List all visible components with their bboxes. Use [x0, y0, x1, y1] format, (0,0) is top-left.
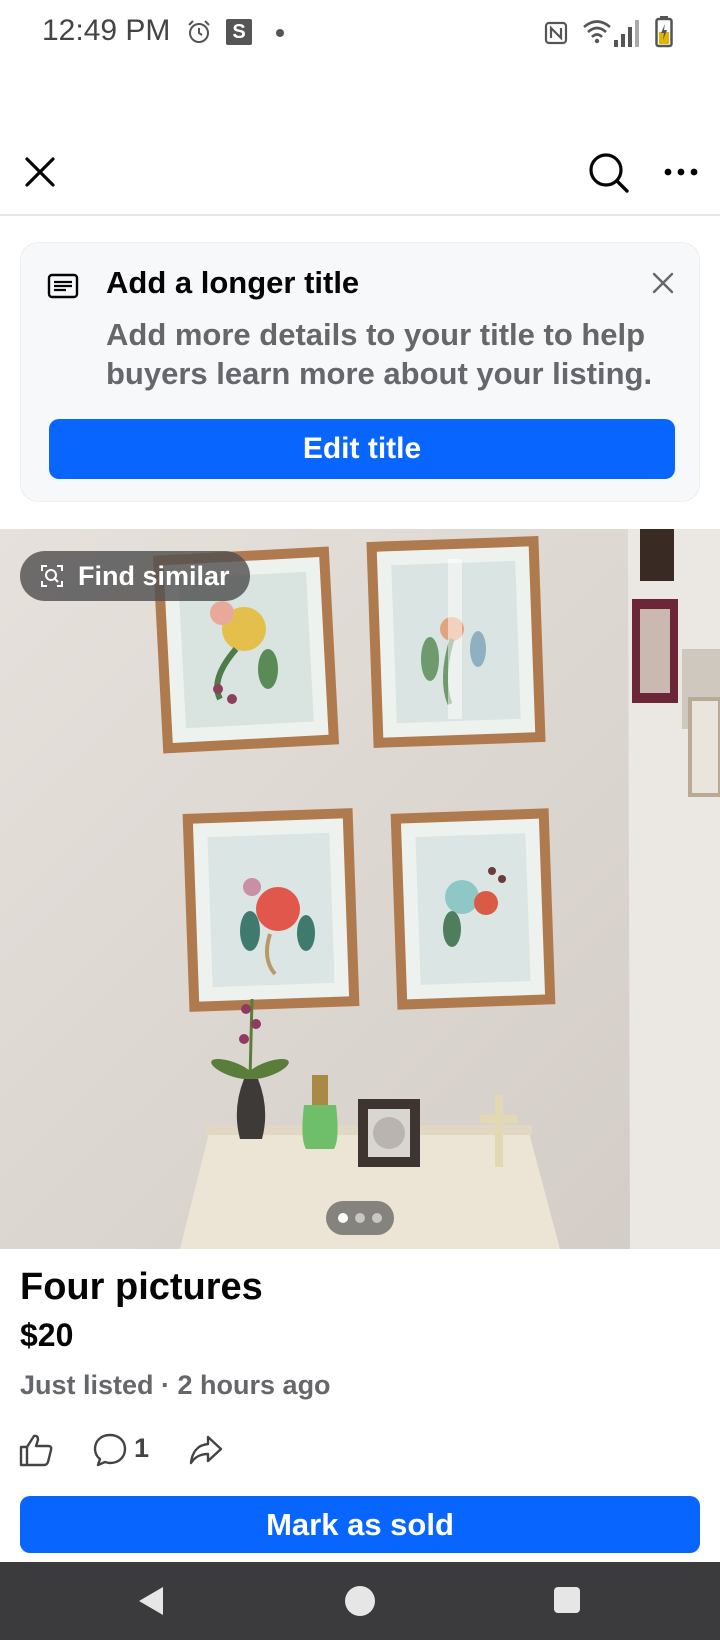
- listing-title: Four pictures: [20, 1266, 263, 1308]
- edit-title-button[interactable]: Edit title: [49, 419, 675, 479]
- close-icon[interactable]: [22, 154, 58, 190]
- comment-count: 1: [134, 1433, 150, 1463]
- status-bar: 12:49 PM S: [0, 0, 720, 66]
- document-text-icon: [47, 273, 79, 299]
- comment-icon[interactable]: [92, 1432, 128, 1468]
- tip-body: Add more details to your title to help b…: [106, 317, 653, 391]
- notification-s-icon: S: [226, 19, 252, 45]
- status-time: 12:49 PM: [42, 14, 171, 47]
- system-nav-bar: [0, 1562, 720, 1640]
- pagination-dot: [372, 1213, 382, 1223]
- app-header: [0, 136, 720, 216]
- back-icon[interactable]: [136, 1584, 166, 1618]
- tip-title: Add a longer title: [106, 265, 360, 300]
- cell-signal-icon: [614, 20, 639, 47]
- search-icon[interactable]: [588, 152, 630, 194]
- find-similar-label: Find similar: [78, 561, 230, 591]
- find-similar-button[interactable]: Find similar: [20, 551, 250, 601]
- recent-apps-icon[interactable]: [554, 1587, 580, 1613]
- listing-photo-image: [0, 529, 720, 1249]
- battery-icon: [655, 16, 673, 48]
- alarm-icon: [188, 20, 210, 43]
- share-icon[interactable]: [188, 1432, 224, 1468]
- like-icon[interactable]: [18, 1432, 54, 1468]
- listing-price: $20: [20, 1317, 74, 1353]
- more-horizontal-icon[interactable]: [664, 164, 698, 180]
- listing-photo[interactable]: Find similar: [0, 529, 720, 1249]
- wifi-icon: [583, 20, 611, 44]
- mark-as-sold-button[interactable]: Mark as sold: [20, 1496, 700, 1553]
- visual-search-icon: [41, 565, 63, 587]
- listing-actions: 1: [0, 1428, 720, 1472]
- listing-meta: Just listed · 2 hours ago: [20, 1370, 331, 1400]
- longer-title-tip-card: Add a longer title Add more details to y…: [20, 242, 700, 502]
- notification-dot-icon: [276, 29, 284, 37]
- dismiss-tip-icon[interactable]: [651, 271, 675, 295]
- home-icon[interactable]: [345, 1586, 375, 1616]
- pagination-dot: [338, 1213, 348, 1223]
- pagination-dot: [355, 1213, 365, 1223]
- nfc-icon: [544, 21, 568, 45]
- photo-pagination-dots[interactable]: [326, 1201, 394, 1235]
